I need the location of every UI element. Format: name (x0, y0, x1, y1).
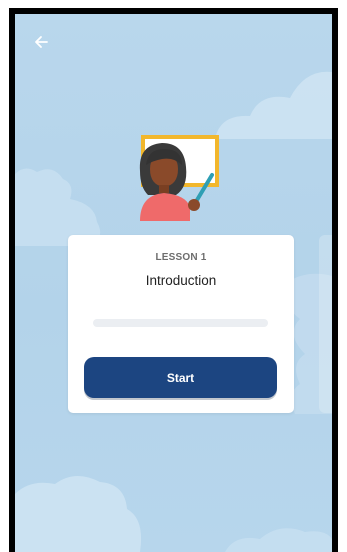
teacher-at-whiteboard-icon (139, 135, 219, 221)
lesson-title: Introduction (145, 273, 217, 288)
lesson-card: LESSON 1 Introduction Start (68, 235, 294, 413)
back-button[interactable] (28, 29, 54, 55)
lesson-screen: LESSON 1 Introduction Start (15, 14, 332, 552)
start-button[interactable]: Start (84, 357, 277, 398)
arrow-left-icon (35, 36, 48, 48)
phone-frame: LESSON 1 Introduction Start (9, 8, 338, 552)
lesson-number: LESSON 1 (155, 252, 207, 263)
next-lesson-card-peek[interactable] (319, 235, 332, 413)
lesson-progress-bar (93, 319, 268, 327)
